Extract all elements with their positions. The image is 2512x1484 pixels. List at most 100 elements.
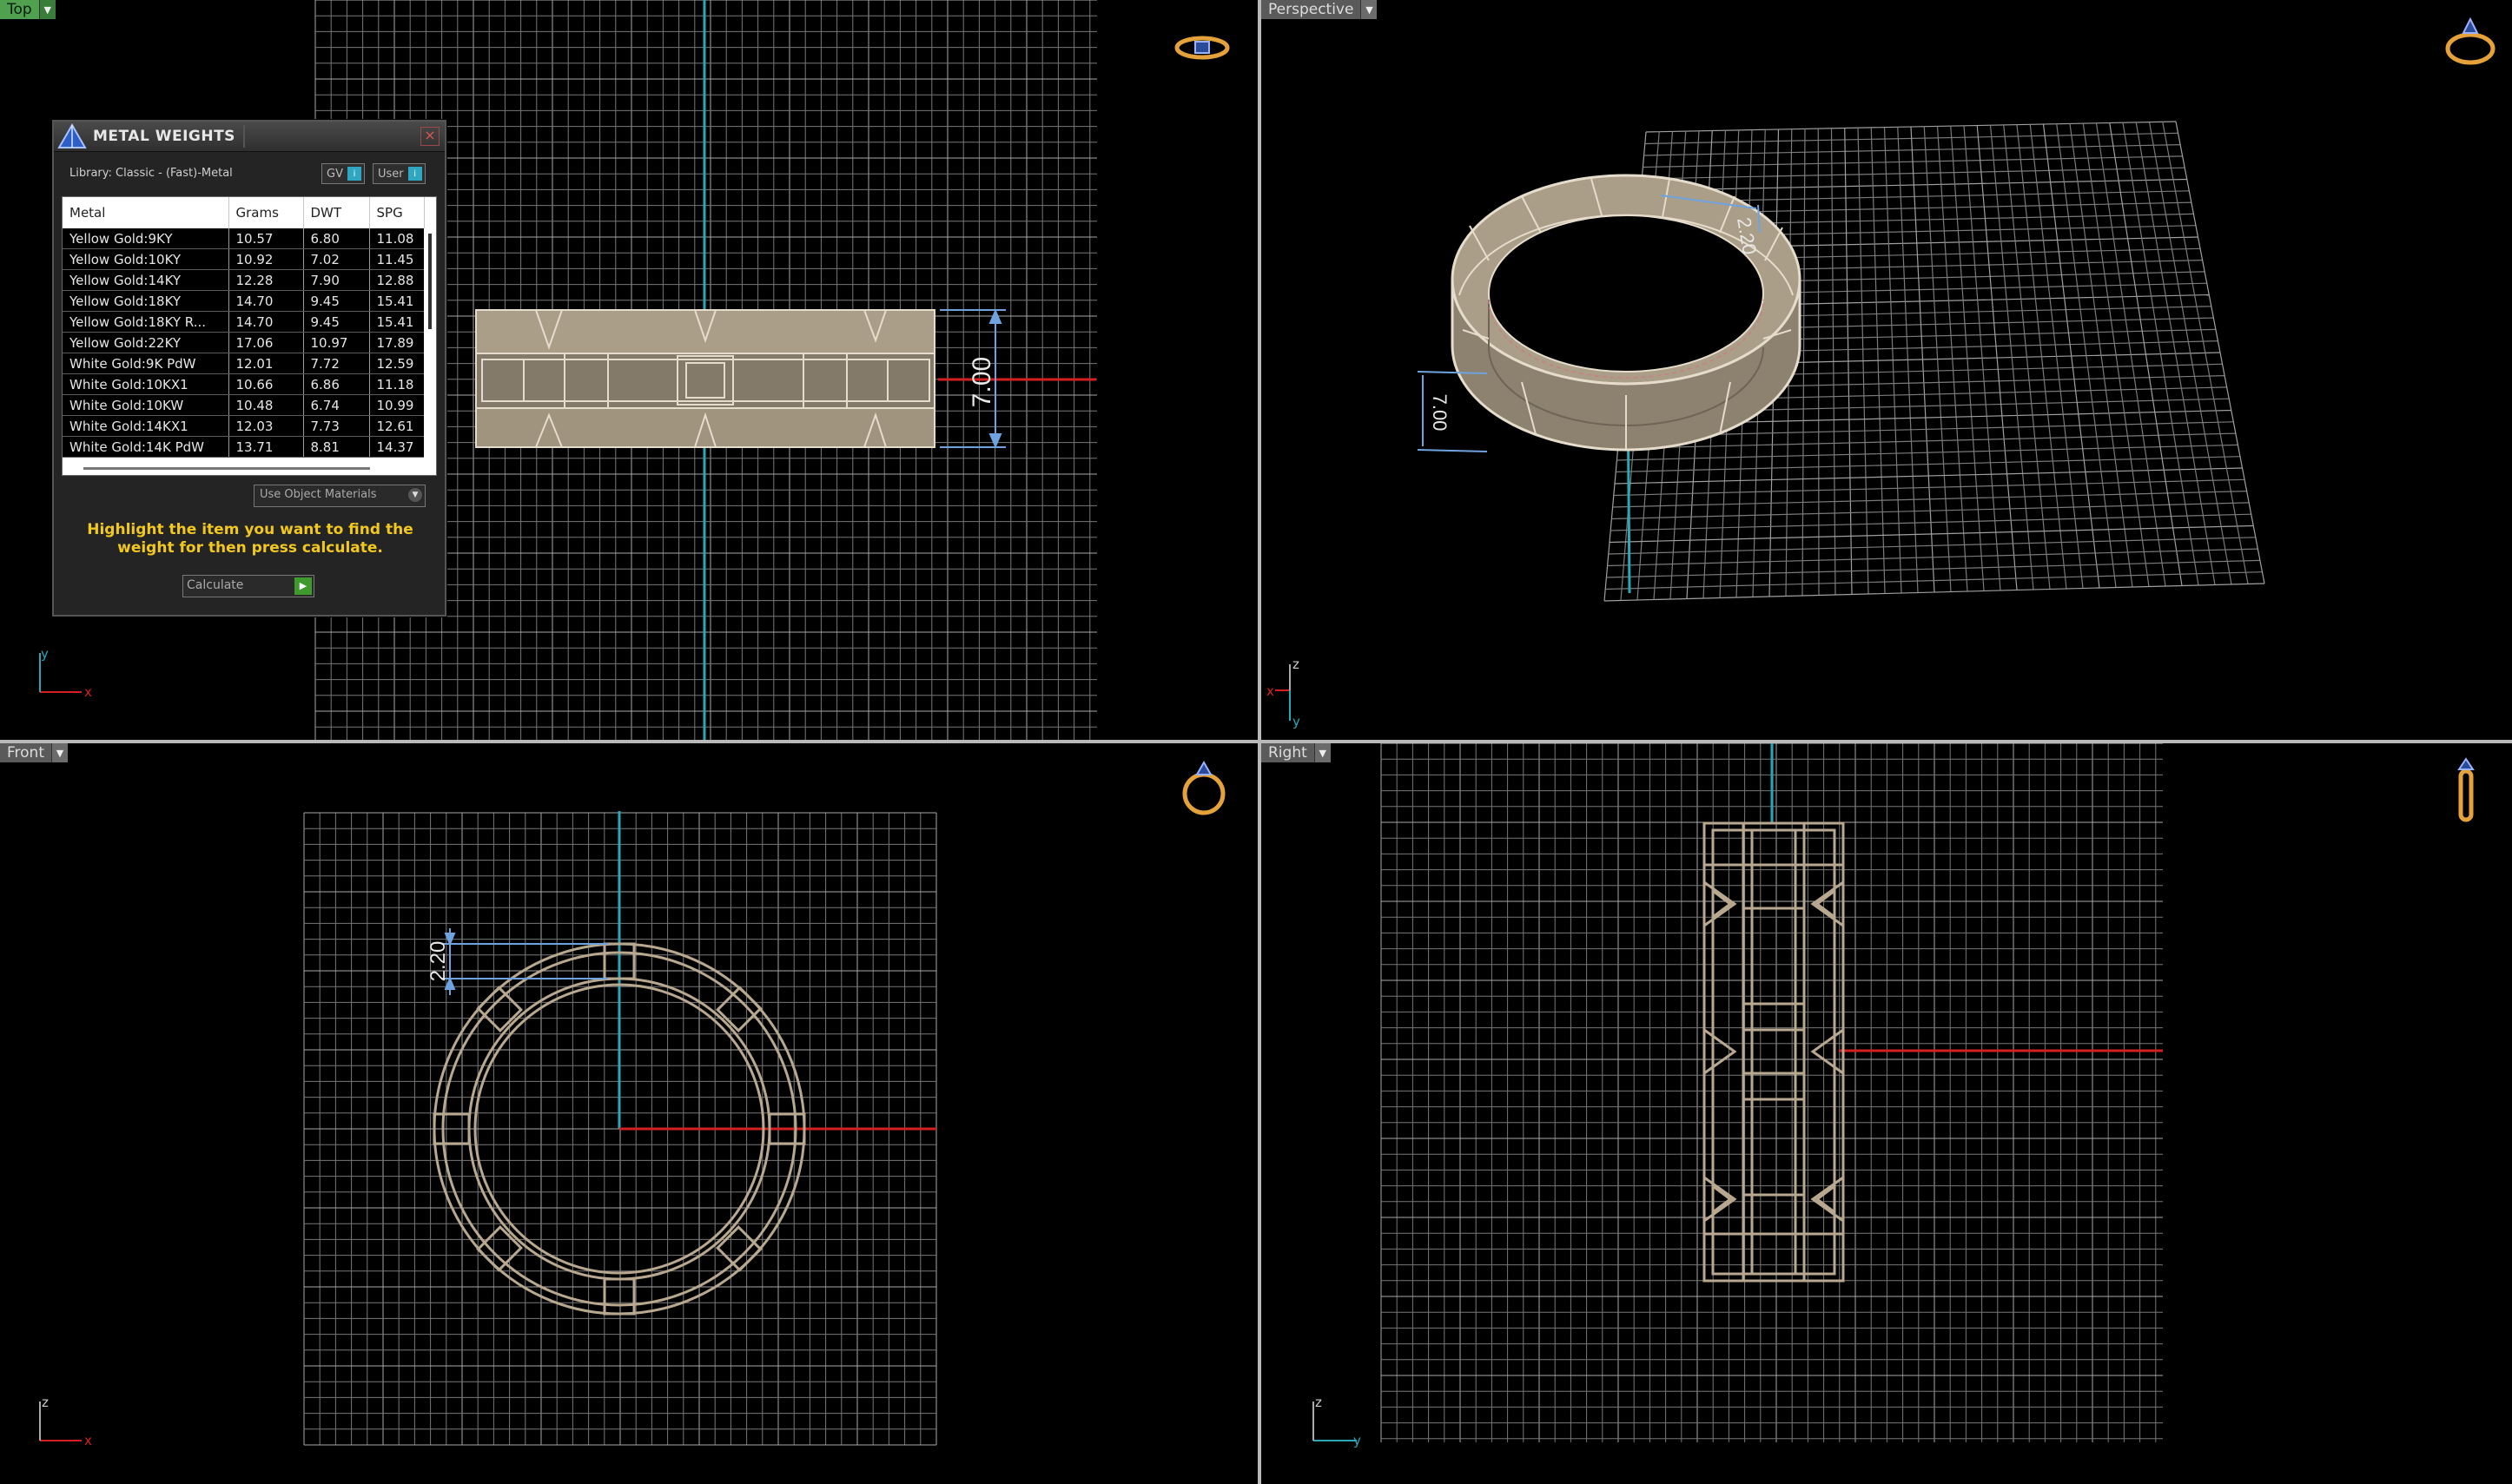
viewport-label-front[interactable]: Front ▼ [0, 743, 68, 762]
gv-button[interactable]: GV i [321, 163, 365, 184]
svg-text:7.00: 7.00 [1429, 394, 1451, 432]
table-cell: 17.06 [228, 332, 304, 353]
svg-text:y: y [1353, 1433, 1361, 1448]
chevron-down-icon[interactable]: ▼ [1360, 0, 1378, 19]
right-view-canvas: y z [1312, 743, 2163, 1448]
metal-table[interactable]: Metal Grams DWT SPG Yellow Gold:9KY 10.57 6.8… [62, 196, 437, 476]
table-row[interactable]: White Gold:10KX1 10.66 6.86 11.18 [63, 373, 425, 395]
table-cell: 12.61 [369, 415, 425, 437]
info-icon: i [407, 167, 422, 181]
chevron-down-icon[interactable]: ▼ [1313, 743, 1331, 762]
table-cell: 10.97 [303, 332, 370, 353]
viewport-front[interactable]: 2.20 x z Front ▼ [0, 743, 1258, 1484]
table-cell: 7.72 [303, 353, 370, 374]
table-row[interactable]: White Gold:14KX1 12.03 7.73 12.61 [63, 415, 425, 437]
panel-title: METAL WEIGHTS [93, 128, 235, 145]
table-horizontal-scrollbar[interactable] [63, 463, 436, 475]
svg-text:y: y [41, 646, 49, 662]
dimension-front [441, 928, 608, 995]
table-cell: White Gold:14K PdW [63, 436, 229, 458]
ring-side-view-icon[interactable] [2453, 757, 2479, 823]
viewport-label-right[interactable]: Right ▼ [1261, 743, 1331, 762]
play-icon: ▶ [294, 577, 312, 595]
table-cell: 11.08 [369, 228, 425, 249]
chevron-down-icon[interactable]: ▼ [38, 0, 56, 19]
column-header[interactable]: SPG [369, 197, 425, 228]
viewport-right[interactable]: y z Right ▼ [1261, 743, 2512, 1484]
svg-text:y: y [1292, 714, 1300, 729]
table-cell: 10.92 [228, 248, 304, 270]
table-cell: Yellow Gold:22KY [63, 332, 229, 353]
column-header[interactable]: Grams [228, 197, 304, 228]
chevron-down-icon: ▼ [408, 488, 422, 502]
svg-text:x: x [1266, 683, 1274, 699]
table-cell: 15.41 [369, 311, 425, 333]
table-row[interactable]: Yellow Gold:18KY R... 14.70 9.45 15.41 [63, 311, 425, 333]
table-row[interactable]: White Gold:10KW 10.48 6.74 10.99 [63, 394, 425, 416]
table-cell: 6.86 [303, 373, 370, 395]
column-header[interactable]: Metal [63, 197, 229, 228]
viewport-label-top[interactable]: Top ▼ [0, 0, 56, 19]
table-cell: 12.28 [228, 269, 304, 291]
table-row[interactable]: Yellow Gold:10KY 10.92 7.02 11.45 [63, 248, 425, 270]
table-cell: 14.70 [228, 290, 304, 312]
perspective-view-canvas: 2.20 7.00 x z y [1266, 121, 2265, 729]
table-cell: 7.73 [303, 415, 370, 437]
svg-text:z: z [42, 1395, 49, 1410]
table-cell: 10.66 [228, 373, 304, 395]
table-cell: 10.57 [228, 228, 304, 249]
matrix-logo-icon [57, 123, 87, 148]
table-cell: White Gold:10KW [63, 394, 229, 416]
svg-text:z: z [1292, 656, 1299, 672]
front-view-canvas: 2.20 x z [39, 811, 937, 1448]
svg-text:2.20: 2.20 [426, 941, 450, 982]
table-cell: 17.89 [369, 332, 425, 353]
svg-text:x: x [84, 684, 92, 700]
table-cell: 8.81 [303, 436, 370, 458]
table-row[interactable]: Yellow Gold:18KY 14.70 9.45 15.41 [63, 290, 425, 312]
viewport-label-perspective[interactable]: Perspective ▼ [1261, 0, 1378, 19]
user-button[interactable]: User i [373, 163, 426, 184]
table-cell: 9.45 [303, 290, 370, 312]
table-cell: 14.70 [228, 311, 304, 333]
table-cell: Yellow Gold:9KY [63, 228, 229, 249]
dimension-text-top: 7.00 [968, 357, 996, 407]
chevron-down-icon[interactable]: ▼ [51, 743, 68, 762]
table-cell: 13.71 [228, 436, 304, 458]
column-header[interactable]: DWT [303, 197, 370, 228]
ring-front-view-icon[interactable] [1178, 759, 1230, 816]
table-cell: 12.59 [369, 353, 425, 374]
viewport-splitter-horizontal[interactable] [0, 740, 2512, 743]
table-cell: White Gold:14KX1 [63, 415, 229, 437]
calculate-button[interactable]: Calculate ▶ [182, 575, 314, 597]
table-cell: Yellow Gold:18KY [63, 290, 229, 312]
ring-perspective-view-icon[interactable] [2443, 14, 2498, 68]
table-vertical-scrollbar[interactable] [424, 228, 436, 463]
library-label: Library: Classic - (Fast)-Metal [69, 167, 233, 180]
info-icon: i [347, 167, 361, 181]
table-cell: 7.02 [303, 248, 370, 270]
table-row[interactable]: Yellow Gold:9KY 10.57 6.80 11.08 [63, 228, 425, 249]
table-cell: 6.80 [303, 228, 370, 249]
table-row[interactable]: White Gold:14K PdW 13.71 8.81 14.37 [63, 436, 425, 458]
svg-text:x: x [84, 1433, 92, 1448]
ring-top-view-icon[interactable] [1174, 33, 1230, 63]
close-icon[interactable]: × [420, 127, 440, 146]
table-cell: 11.18 [369, 373, 425, 395]
viewport-perspective[interactable]: 2.20 7.00 x z y Perspective ▼ [1261, 0, 2512, 740]
table-cell: 14.37 [369, 436, 425, 458]
panel-title-bar[interactable]: METAL WEIGHTS × [54, 122, 445, 152]
table-cell: 6.74 [303, 394, 370, 416]
table-cell: 15.41 [369, 290, 425, 312]
table-cell: 11.45 [369, 248, 425, 270]
table-cell: White Gold:9K PdW [63, 353, 229, 374]
table-cell: 12.03 [228, 415, 304, 437]
table-cell: Yellow Gold:10KY [63, 248, 229, 270]
ring-model-top [475, 309, 935, 448]
table-row[interactable]: Yellow Gold:14KY 12.28 7.90 12.88 [63, 269, 425, 291]
table-row[interactable]: Yellow Gold:22KY 17.06 10.97 17.89 [63, 332, 425, 353]
metal-weights-panel: METAL WEIGHTS × Library: Classic - (Fast… [52, 120, 446, 617]
table-row[interactable]: White Gold:9K PdW 12.01 7.72 12.59 [63, 353, 425, 374]
instruction-text: Highlight the item you want to find the … [87, 521, 413, 557]
material-source-select[interactable]: Use Object Materials ▼ [254, 485, 426, 507]
